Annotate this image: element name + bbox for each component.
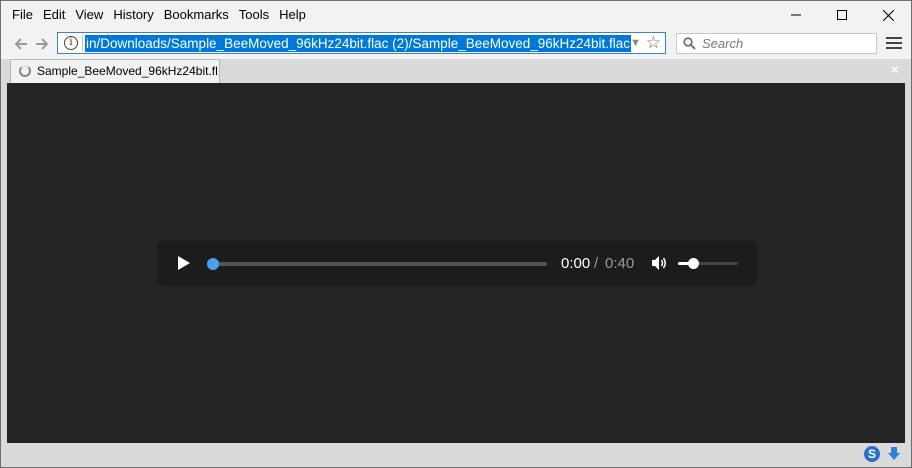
volume-thumb[interactable] [688,258,699,269]
tab-title: Sample_BeeMoved_96kHz24bit.fl [37,64,217,78]
site-info-icon[interactable]: i [64,36,78,50]
progress-thumb[interactable] [207,258,219,270]
minimize-button[interactable] [773,1,819,29]
maximize-button[interactable] [819,1,865,29]
loading-spinner-icon [19,65,31,77]
close-icon [882,9,894,21]
address-bar[interactable]: i in/Downloads/Sample_BeeMoved_96kHz24bi… [57,32,666,54]
maximize-icon [837,10,847,20]
browser-window: File Edit View History Bookmarks Tools H… [0,0,912,468]
menu-edit[interactable]: Edit [38,1,70,29]
open-menu-button[interactable] [886,37,902,51]
search-box[interactable]: Search [676,33,877,54]
time-current: 0:00 [561,255,591,272]
audio-player: 0:00 / 0:40 [157,241,757,286]
time-separator: / [594,255,599,272]
close-tab-icon[interactable]: × [891,62,901,77]
back-arrow-icon [14,38,27,50]
menu-bookmarks[interactable]: Bookmarks [159,1,234,29]
progress-track[interactable] [213,262,547,266]
status-bar: S [1,443,911,467]
hamburger-icon [886,37,902,39]
volume-icon[interactable] [651,255,669,271]
close-button[interactable] [865,1,911,29]
back-button[interactable] [13,36,29,52]
forward-button[interactable] [33,36,49,52]
menu-view[interactable]: View [70,1,108,29]
forward-arrow-icon [35,38,48,50]
menu-tools[interactable]: Tools [234,1,274,29]
tab-bar: Sample_BeeMoved_96kHz24bit.fl × [1,59,911,83]
hamburger-icon-line [886,47,902,49]
search-placeholder: Search [702,36,744,51]
search-icon [683,37,696,50]
menu-file[interactable]: File [1,1,38,29]
menu-history[interactable]: History [108,1,158,29]
skype-s-icon[interactable]: S [864,446,880,462]
minimize-icon [791,14,801,16]
navigation-toolbar: i in/Downloads/Sample_BeeMoved_96kHz24bi… [1,29,911,59]
bookmark-star-icon[interactable]: ☆ [646,33,661,53]
window-controls [773,1,911,29]
tab-active[interactable]: Sample_BeeMoved_96kHz24bit.fl [10,59,220,83]
url-separator [82,35,83,51]
menu-help[interactable]: Help [274,1,311,29]
menu-bar: File Edit View History Bookmarks Tools H… [1,1,911,29]
play-icon[interactable] [177,255,191,271]
download-arrow-icon[interactable] [886,446,902,462]
url-dropdown-icon[interactable]: ▼ [630,37,641,49]
media-viewer: 0:00 / 0:40 [7,83,905,443]
hamburger-icon-line [886,42,902,44]
time-total: 0:40 [605,255,635,272]
url-text-selected[interactable]: in/Downloads/Sample_BeeMoved_96kHz24bit.… [85,35,632,52]
